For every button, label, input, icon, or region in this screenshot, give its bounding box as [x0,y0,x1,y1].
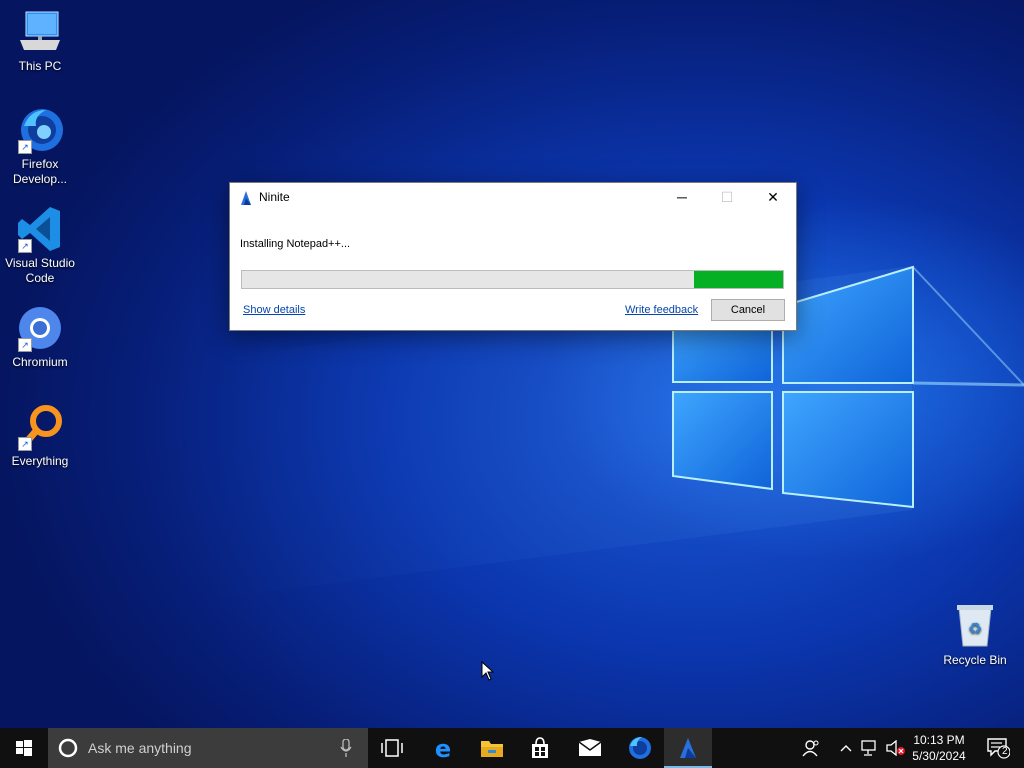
wallpaper [200,265,1024,600]
volume-button[interactable] [884,728,908,768]
recycle-bin-icon: ♻ [951,602,999,650]
edge-icon: e [435,736,451,760]
shortcut-arrow-icon: ↗ [18,140,32,154]
desktop-icon-chromium[interactable]: ↗ Chromium [0,304,80,370]
action-center-button[interactable]: 2 [976,728,1020,768]
clock-time: 10:13 PM [913,733,965,747]
install-status-text: Installing Notepad++... [240,238,351,250]
computer-icon [16,8,64,56]
minimize-button[interactable]: ─ [659,183,705,211]
mouse-cursor-icon [481,661,495,681]
network-button[interactable] [858,728,882,768]
desktop-icon-everything[interactable]: ↗ Everything [0,403,80,469]
everything-search-icon: ↗ [16,403,64,451]
firefox-developer-taskbar-button[interactable] [615,728,663,768]
desktop-icon-recycle-bin[interactable]: ♻ Recycle Bin [935,602,1015,668]
ninite-icon [238,190,254,211]
search-placeholder: Ask me anything [88,740,192,756]
taskbar: Ask me anything e 10:13 PM 5/30/2024 2 [0,728,1024,768]
desktop-icon-label: Recycle Bin [943,653,1007,667]
folder-icon [481,741,503,757]
desktop-icon-label: This PC [18,59,62,73]
mail-taskbar-button[interactable] [566,728,614,768]
dialog-title: Ninite [259,190,290,204]
file-explorer-taskbar-button[interactable] [468,728,516,768]
svg-text:♻: ♻ [968,619,982,638]
show-details-link[interactable]: Show details [243,304,305,316]
dialog-titlebar[interactable]: Ninite ─ ☐ ✕ [230,183,796,211]
maximize-button: ☐ [720,188,734,205]
store-bag-icon [532,737,548,758]
store-taskbar-button[interactable] [516,728,564,768]
install-progress-bar [241,270,784,289]
task-view-icon [381,739,403,757]
desktop-icon-label: Firefox Develop... [12,157,68,186]
shortcut-arrow-icon: ↗ [18,239,32,253]
desktop-icon-label: Visual Studio Code [5,256,75,285]
windows-logo-icon [16,740,32,756]
show-hidden-icons-button[interactable] [836,728,856,768]
close-button[interactable]: ✕ [750,183,796,211]
people-icon [802,740,819,757]
shortcut-arrow-icon: ↗ [18,338,32,352]
progress-fill [693,271,783,288]
cortana-icon [58,738,78,758]
start-button[interactable] [0,728,48,768]
desktop-icon-vscode[interactable]: ↗ Visual Studio Code [0,205,80,286]
svg-text:e: e [435,736,451,760]
mail-icon [578,739,602,756]
desktop: This PC ↗ Firefox Develop... ↗ Visual St… [0,0,1024,728]
edge-taskbar-button[interactable]: e [419,728,467,768]
cancel-button[interactable]: Cancel [711,299,785,321]
notification-count-badge: 2 [1002,746,1008,757]
write-feedback-link[interactable]: Write feedback [625,304,698,316]
desktop-icon-label: Everything [11,454,69,468]
clock-button[interactable]: 10:13 PM 5/30/2024 [908,728,970,768]
desktop-icon-label: Chromium [12,355,68,369]
network-icon [861,740,876,756]
task-view-button[interactable] [368,728,416,768]
firefox-developer-icon: ↗ [16,106,64,154]
search-box[interactable]: Ask me anything [48,728,368,768]
firefox-developer-icon [629,737,651,759]
people-button[interactable] [796,728,826,768]
desktop-icon-firefox-developer[interactable]: ↗ Firefox Develop... [0,106,80,187]
chevron-up-icon [840,745,852,752]
vscode-icon: ↗ [16,205,64,253]
volume-muted-icon [886,740,905,756]
ninite-icon [680,738,696,758]
ninite-dialog: Ninite ─ ☐ ✕ Installing Notepad++... Sho… [229,182,797,331]
ninite-taskbar-button[interactable] [664,728,712,768]
chromium-icon: ↗ [16,304,64,352]
shortcut-arrow-icon: ↗ [18,437,32,451]
clock-date: 5/30/2024 [912,749,966,763]
desktop-icon-this-pc[interactable]: This PC [0,8,80,74]
microphone-icon[interactable] [340,739,352,757]
